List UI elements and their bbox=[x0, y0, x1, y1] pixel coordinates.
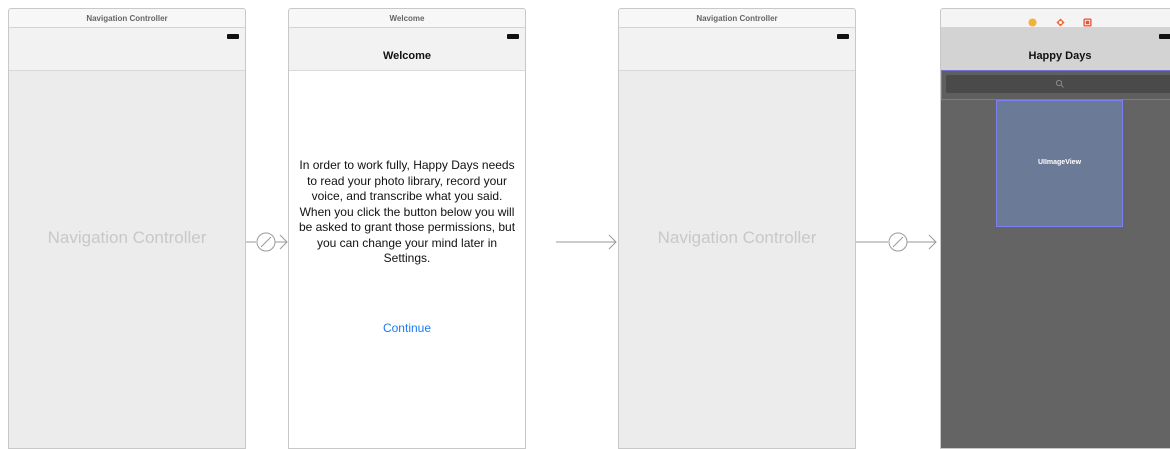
continue-button[interactable]: Continue bbox=[289, 321, 525, 335]
welcome-view[interactable]: Welcome In order to work fully, Happy Da… bbox=[288, 28, 526, 449]
navigation-controller-canvas[interactable]: Navigation Controller bbox=[8, 28, 246, 449]
happy-days-view[interactable]: Happy Days UIImageView bbox=[940, 28, 1170, 449]
battery-icon bbox=[227, 34, 239, 39]
image-view-label: UIImageView bbox=[1037, 159, 1082, 166]
battery-icon bbox=[507, 34, 519, 39]
navigation-controller-placeholder: Navigation Controller bbox=[47, 228, 207, 247]
search-icon bbox=[1055, 79, 1064, 88]
view-controller-icon[interactable] bbox=[1028, 18, 1037, 27]
search-input[interactable] bbox=[946, 75, 1170, 93]
battery-icon bbox=[837, 34, 849, 39]
exit-icon[interactable] bbox=[1083, 18, 1092, 27]
battery-icon bbox=[1159, 34, 1170, 39]
scene-welcome[interactable]: Welcome Welcome In order to work fully, … bbox=[288, 8, 526, 449]
image-view[interactable]: UIImageView bbox=[996, 100, 1123, 227]
first-responder-icon[interactable] bbox=[1055, 18, 1065, 27]
search-bar[interactable] bbox=[941, 70, 1170, 100]
segue-icon[interactable] bbox=[256, 232, 276, 252]
navigation-controller-canvas[interactable]: Navigation Controller bbox=[618, 28, 856, 449]
scene-happy-days[interactable]: Happy Days UIImageView bbox=[940, 8, 1170, 449]
scene-dock[interactable] bbox=[940, 8, 1170, 28]
navigation-controller-placeholder: Navigation Controller bbox=[657, 228, 817, 247]
scene-title[interactable]: Welcome bbox=[288, 8, 526, 28]
segue-arrow-2[interactable] bbox=[556, 230, 618, 254]
scene-title[interactable]: Navigation Controller bbox=[618, 8, 856, 28]
scene-navigation-controller-1[interactable]: Navigation Controller Navigation Control… bbox=[8, 8, 246, 449]
nav-title: Happy Days bbox=[1028, 50, 1092, 62]
navigation-bar[interactable]: Happy Days bbox=[941, 28, 1170, 70]
navigation-bar[interactable] bbox=[9, 28, 245, 71]
navigation-bar[interactable]: Welcome bbox=[289, 28, 525, 71]
nav-title: Welcome bbox=[382, 50, 432, 62]
scene-navigation-controller-2[interactable]: Navigation Controller Navigation Control… bbox=[618, 8, 856, 449]
segue-arrow-3[interactable] bbox=[856, 230, 938, 254]
segue-icon[interactable] bbox=[888, 232, 908, 252]
permission-explanation-label: In order to work fully, Happy Days needs… bbox=[298, 158, 516, 265]
segue-arrow-1[interactable] bbox=[246, 230, 288, 254]
scene-title[interactable]: Navigation Controller bbox=[8, 8, 246, 28]
navigation-bar[interactable] bbox=[619, 28, 855, 71]
